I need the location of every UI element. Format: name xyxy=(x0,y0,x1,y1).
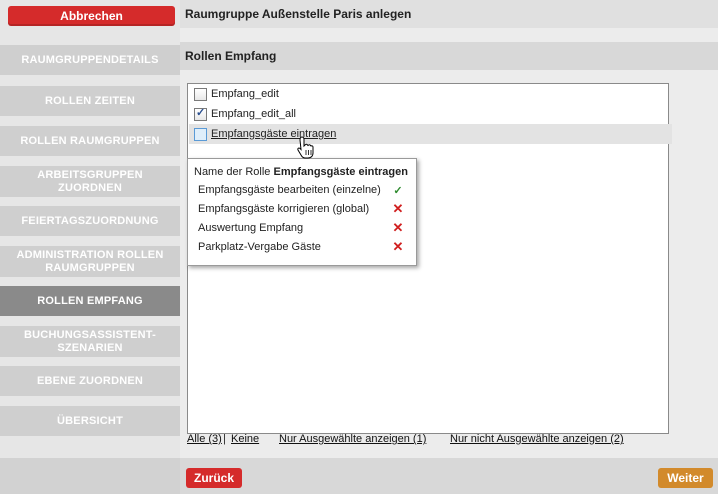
cross-icon: ✕ xyxy=(392,239,404,254)
section-title: Rollen Empfang xyxy=(180,42,718,70)
link-separator: | xyxy=(223,433,226,445)
cross-icon: ✕ xyxy=(392,220,404,235)
tooltip-role-name: Empfangsgäste eintragen xyxy=(273,166,408,178)
tooltip-right-row: Parkplatz-Vergabe Gäste ✕ xyxy=(198,238,408,256)
tooltip-right-row: Empfangsgäste bearbeiten (einzelne) ✓ xyxy=(198,181,408,199)
list-item[interactable]: Empfang_edit xyxy=(194,84,279,104)
role-label: Empfang_edit_all xyxy=(211,108,297,120)
right-label: Empfangsgäste bearbeiten (einzelne) xyxy=(198,184,381,196)
nav-item-rollen-zeiten[interactable]: ROLLEN ZEITEN xyxy=(0,86,180,116)
nav-item-administration-rollen-raumgruppen[interactable]: ADMINISTRATION ROLLEN RAUMGRUPPEN xyxy=(0,246,180,277)
role-checkbox[interactable] xyxy=(194,127,207,141)
nav-item-uebersicht[interactable]: ÜBERSICHT xyxy=(0,406,180,436)
hand-cursor-icon xyxy=(297,136,314,159)
tooltip-prefix: Name der Rolle xyxy=(194,166,274,178)
sidebar: Abbrechen RAUMGRUPPENDETAILS ROLLEN ZEIT… xyxy=(0,0,180,494)
role-checkbox[interactable] xyxy=(194,87,207,101)
select-none-link[interactable]: Keine xyxy=(231,433,259,445)
role-label[interactable]: Empfangsgäste eintragen xyxy=(211,128,336,140)
right-label: Auswertung Empfang xyxy=(198,222,304,234)
select-all-link[interactable]: Alle (3) xyxy=(187,433,222,445)
tooltip-right-row: Auswertung Empfang ✕ xyxy=(198,219,408,237)
show-unselected-link[interactable]: Nur nicht Ausgewählte anzeigen (2) xyxy=(450,433,624,445)
cancel-button[interactable]: Abbrechen xyxy=(8,6,175,26)
nav-item-feiertagszuordnung[interactable]: FEIERTAGSZUORDNUNG xyxy=(0,206,180,236)
check-icon: ✓ xyxy=(393,184,403,197)
right-label: Parkplatz-Vergabe Gäste xyxy=(198,241,321,253)
tooltip-heading: Name der Rolle Empfangsgäste eintragen xyxy=(194,166,408,178)
next-button[interactable]: Weiter xyxy=(658,468,713,488)
list-item[interactable]: Empfang_edit_all xyxy=(194,104,296,124)
nav-item-raumgruppendetails[interactable]: RAUMGRUPPENDETAILS xyxy=(0,45,180,75)
nav-item-buchungsassistent-szenarien[interactable]: BUCHUNGSASSISTENT-SZENARIEN xyxy=(0,326,180,357)
role-checkbox[interactable] xyxy=(194,106,207,121)
back-button[interactable]: Zurück xyxy=(186,468,242,488)
list-item[interactable]: Empfangsgäste eintragen xyxy=(189,124,672,144)
nav-item-arbeitsgruppen-zuordnen[interactable]: ARBEITSGRUPPEN ZUORDNEN xyxy=(0,166,180,197)
role-label: Empfang_edit xyxy=(211,88,279,100)
nav-item-rollen-empfang[interactable]: ROLLEN EMPFANG xyxy=(0,286,180,316)
page-title: Raumgruppe Außenstelle Paris anlegen xyxy=(180,0,718,28)
role-tooltip: Name der Rolle Empfangsgäste eintragen E… xyxy=(187,158,417,266)
right-label: Empfangsgäste korrigieren (global) xyxy=(198,203,370,215)
cross-icon: ✕ xyxy=(392,201,404,216)
action-bar: Zurück Weiter xyxy=(180,458,718,494)
sidebar-footer xyxy=(0,458,180,494)
nav-item-ebene-zuordnen[interactable]: EBENE ZUORDNEN xyxy=(0,366,180,396)
nav-item-rollen-raumgruppen[interactable]: ROLLEN RAUMGRUPPEN xyxy=(0,126,180,156)
tooltip-right-row: Empfangsgäste korrigieren (global) ✕ xyxy=(198,200,408,218)
show-selected-link[interactable]: Nur Ausgewählte anzeigen (1) xyxy=(279,433,426,445)
